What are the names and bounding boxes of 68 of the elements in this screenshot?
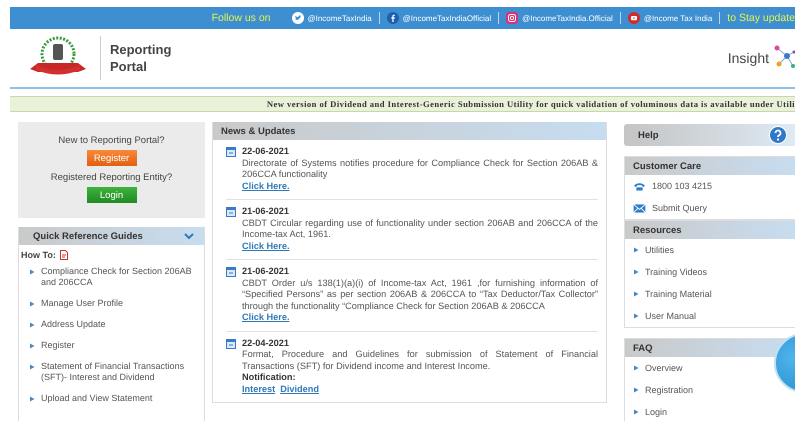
news-header: News & Updates	[213, 122, 606, 140]
calendar-icon	[226, 267, 236, 277]
bullet-icon	[29, 301, 35, 307]
news-text: Directorate of Systems notifies procedure for Compliance Check for Section 206AB & 206CCA functionality	[242, 158, 598, 180]
login-button[interactable]: Login	[86, 187, 136, 203]
bullet-icon	[29, 322, 35, 328]
resource-link[interactable]: Training Videos	[645, 267, 708, 277]
news-link[interactable]: Interest	[242, 384, 276, 394]
bullet-icon	[29, 343, 35, 349]
resource-link[interactable]: Utilities	[645, 245, 674, 255]
insight-label: Insight	[728, 50, 769, 66]
news-link[interactable]: Click Here.	[242, 312, 290, 322]
portal-title: Reporting Portal	[100, 36, 172, 80]
news-date: 22-04-2021	[242, 338, 290, 349]
stay-updated-label: to Stay update	[726, 12, 795, 24]
bullet-icon	[633, 291, 639, 297]
bullet-icon	[633, 247, 639, 253]
facebook-icon[interactable]	[386, 12, 399, 24]
new-user-prompt: New to Reporting Portal?	[58, 135, 165, 146]
resource-link[interactable]: Training Material	[645, 289, 712, 299]
guide-link[interactable]: Register	[41, 340, 75, 351]
news-text: CBDT Circular regarding use of functionality under section 206AB and 206CCA of the Income-tax Act, 1961.	[242, 218, 598, 240]
calendar-icon	[226, 338, 236, 348]
bullet-icon	[29, 364, 35, 370]
bullet-icon	[633, 387, 639, 393]
chevron-icon[interactable]	[184, 232, 194, 240]
mail-icon	[633, 204, 646, 212]
news-link[interactable]: Click Here.	[242, 180, 290, 190]
guide-link[interactable]: Upload and View Statement	[41, 393, 152, 404]
faq-link[interactable]: Login	[645, 407, 668, 417]
panel-header: Customer Care	[625, 157, 795, 175]
guide-link[interactable]: Statement of Financial Transactions (SFT)- Interest and Dividend	[41, 361, 200, 383]
follow-label: Follow us on	[212, 12, 271, 24]
bullet-icon	[633, 269, 639, 275]
news-date: 21-06-2021	[242, 206, 290, 218]
help-icon[interactable]	[769, 126, 787, 144]
bullet-icon	[633, 365, 639, 371]
news-date: 22-06-2021	[242, 146, 290, 158]
calendar-icon	[226, 207, 236, 217]
how-to-label: How To:	[21, 250, 56, 260]
news-link[interactable]: Dividend	[280, 384, 319, 394]
youtube-icon[interactable]	[628, 12, 640, 24]
news-link[interactable]: Click Here.	[242, 240, 290, 250]
instagram-icon[interactable]	[506, 12, 518, 24]
guide-link[interactable]: Manage User Profile	[41, 298, 124, 309]
guide-link[interactable]: Address Update	[41, 319, 106, 330]
help-bar[interactable]: Help	[624, 124, 795, 146]
news-text: CBDT Order u/s 138(1)(a)(i) of Income-tax Act, 1961 ,for furnishing information of “Specified Persons” as per section 206AB & 206CCA to “Tax Deductor/Tax Collector” through the functionality “Compliance Check for Section 206AB & 206CCA	[242, 278, 598, 312]
notification-label: Notification:	[242, 372, 297, 384]
faq-link[interactable]: Overview	[645, 363, 683, 373]
bullet-icon	[29, 396, 35, 402]
bullet-icon	[633, 313, 639, 319]
phone-number: 1800 103 4215	[652, 181, 712, 191]
bullet-icon	[29, 269, 35, 275]
bullet-icon	[633, 409, 639, 415]
guide-link[interactable]: Compliance Check for Section 206AB and 206CCA	[41, 266, 200, 288]
pdf-icon	[60, 250, 68, 260]
calendar-icon	[226, 147, 236, 157]
news-text: Format, Procedure and Guidelines for submission of Statement of Financial Transactions (SFT) for Dividend income and Interest Income.	[242, 349, 598, 372]
query-link[interactable]: Submit Query	[652, 203, 708, 213]
phone-icon	[633, 182, 646, 190]
news-date: 21-06-2021	[242, 266, 290, 278]
bird-icon[interactable]	[292, 12, 304, 24]
guides-header[interactable]: Quick Reference Guides	[19, 227, 204, 245]
faq-link[interactable]: Registration	[645, 385, 694, 395]
registered-prompt: Registered Reporting Entity?	[50, 172, 172, 183]
panel-header: Resources	[625, 221, 795, 239]
resource-link[interactable]: User Manual	[645, 311, 696, 321]
